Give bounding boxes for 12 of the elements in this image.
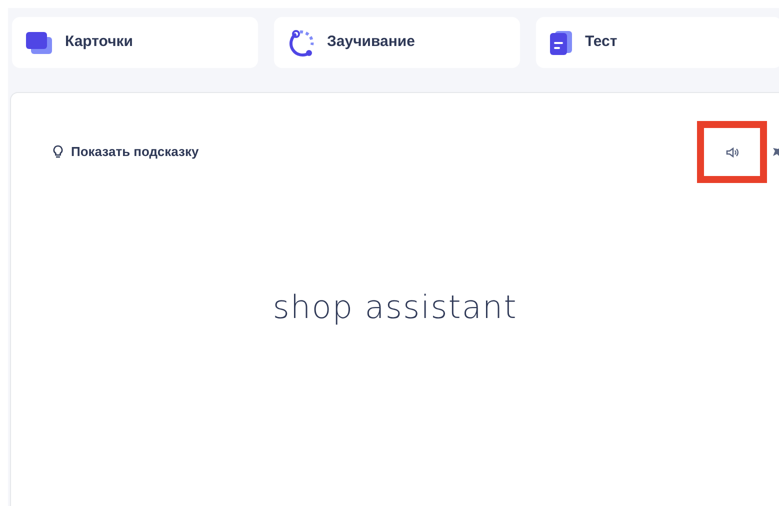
mode-card[interactable]: Карточки <box>12 17 258 68</box>
cards-icon <box>25 30 53 54</box>
lightbulb-icon <box>53 145 63 159</box>
cycle-icon <box>287 28 315 56</box>
show-hint-button[interactable]: Показать подсказку <box>53 142 199 162</box>
flashcard[interactable]: Показать подсказку shop assistant <box>10 92 779 506</box>
document-icon <box>549 30 573 56</box>
mode-card[interactable]: Тест <box>536 17 779 68</box>
term-text: shop assistant <box>272 287 518 328</box>
star-icon[interactable] <box>773 147 779 157</box>
mode-card[interactable]: Заучивание <box>274 17 520 68</box>
speaker-icon[interactable] <box>726 146 738 158</box>
